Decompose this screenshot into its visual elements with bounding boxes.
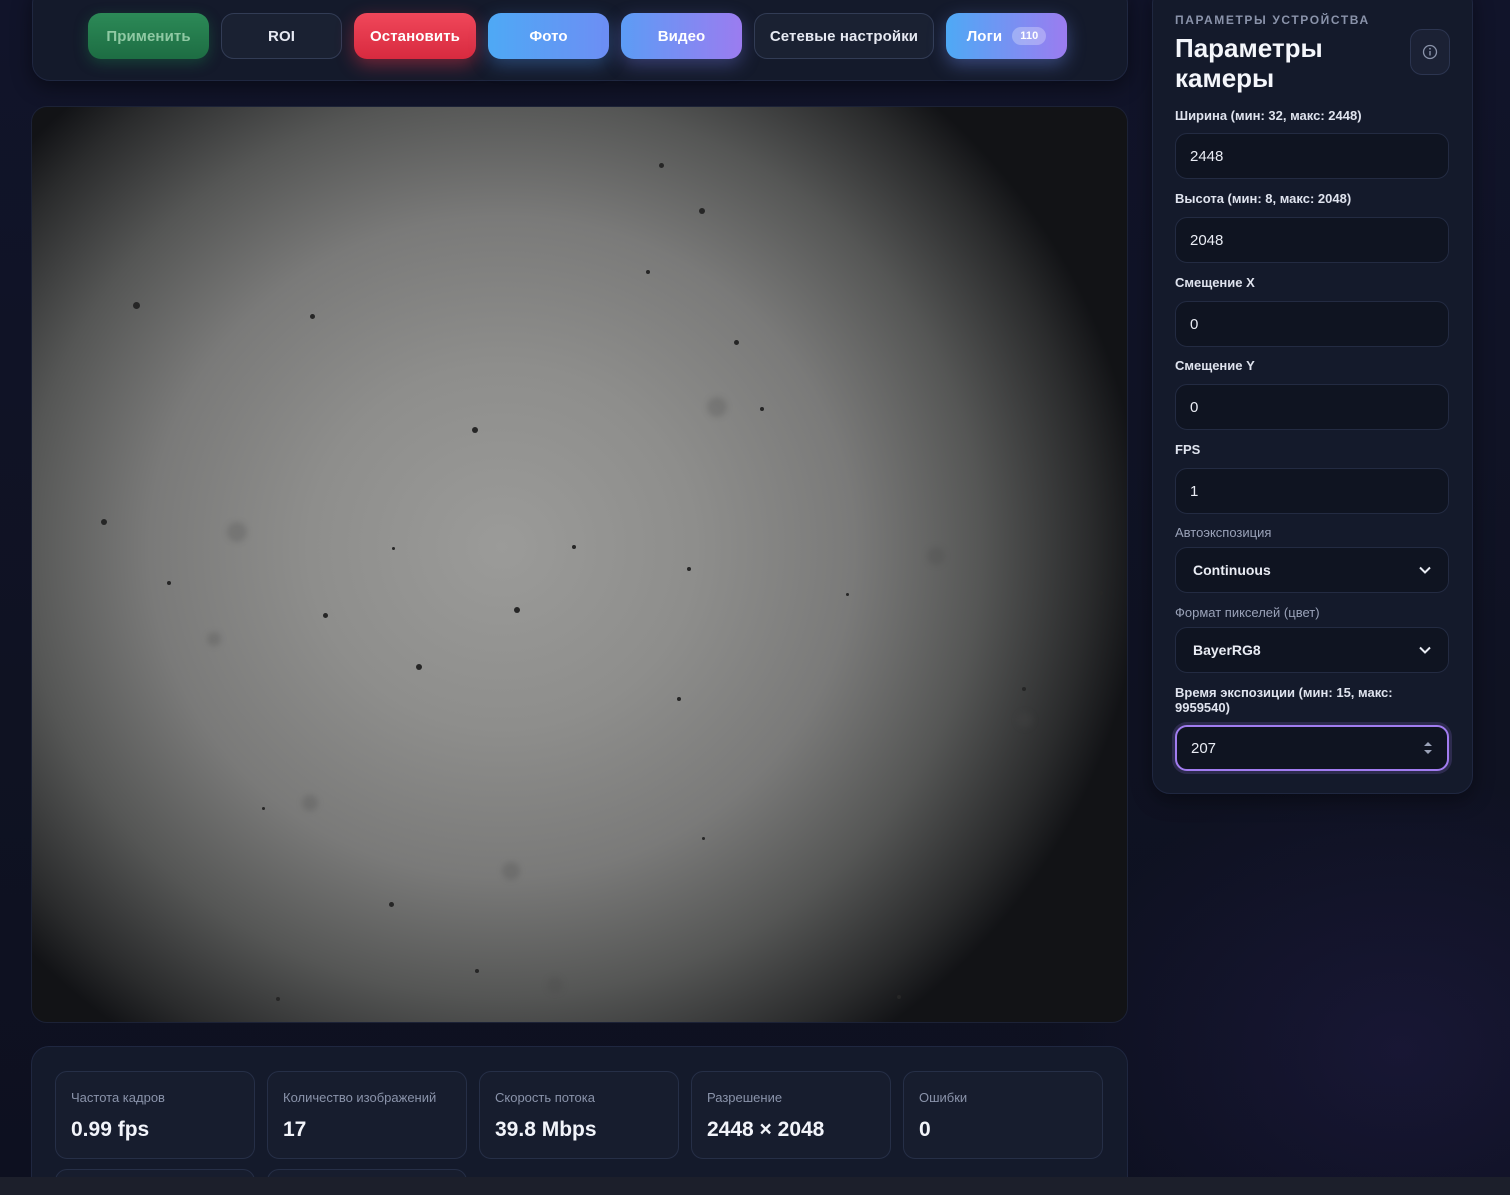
roi-button[interactable]: ROI: [221, 13, 342, 59]
autoexposure-select[interactable]: Continuous: [1175, 547, 1449, 593]
stop-button[interactable]: Остановить: [354, 13, 476, 59]
video-button[interactable]: Видео: [621, 13, 742, 59]
stat-label: Скорость потока: [495, 1090, 595, 1105]
dust-blur: [547, 977, 563, 993]
chevron-down-icon: [1419, 566, 1431, 574]
toolbar: Применить ROI Остановить Фото Видео Сете…: [32, 0, 1128, 81]
dust-speck: [760, 407, 764, 411]
fps-input[interactable]: 1: [1175, 468, 1449, 514]
dust-speck: [416, 664, 422, 670]
dust-speck: [897, 995, 901, 999]
stat-card-image-count: Количество изображений 17: [267, 1071, 467, 1159]
stat-label: Разрешение: [707, 1090, 783, 1105]
info-button[interactable]: [1410, 29, 1450, 75]
dust-speck: [646, 270, 650, 274]
dust-speck: [659, 163, 664, 168]
dust-speck: [472, 427, 478, 433]
dust-blur: [502, 862, 520, 880]
dust-blur: [227, 522, 247, 542]
pixel-format-label: Формат пикселей (цвет): [1175, 605, 1320, 620]
stat-label: Частота кадров: [71, 1090, 165, 1105]
exposure-time-input[interactable]: 207: [1175, 725, 1449, 771]
dust-blur: [207, 632, 221, 646]
taskbar-strip: [0, 1177, 1510, 1195]
logs-button[interactable]: Логи 110: [946, 13, 1067, 59]
dust-speck: [572, 545, 576, 549]
offset-y-label: Смещение Y: [1175, 358, 1255, 373]
offset-y-input[interactable]: 0: [1175, 384, 1449, 430]
dust-speck: [133, 302, 140, 309]
panel-subtitle: ПАРАМЕТРЫ УСТРОЙСТВА: [1175, 13, 1370, 27]
camera-settings-panel: ПАРАМЕТРЫ УСТРОЙСТВА Параметры камеры Ши…: [1152, 0, 1473, 794]
dust-speck: [310, 314, 315, 319]
stat-value: 39.8 Mbps: [495, 1118, 597, 1141]
dust-speck: [677, 697, 681, 701]
stat-value: 17: [283, 1118, 307, 1141]
logs-count-badge: 110: [1012, 27, 1047, 45]
stat-value: 2448 × 2048: [707, 1118, 825, 1141]
dust-speck: [846, 593, 849, 596]
dust-speck: [514, 607, 520, 613]
panel-title: Параметры камеры: [1175, 33, 1323, 93]
dust-blur: [1017, 712, 1033, 728]
stat-card-stream-speed: Скорость потока 39.8 Mbps: [479, 1071, 679, 1159]
dust-speck: [262, 807, 265, 810]
dust-speck: [475, 969, 479, 973]
dust-blur: [927, 547, 945, 565]
dust-speck: [734, 340, 739, 345]
width-input[interactable]: 2448: [1175, 133, 1449, 179]
dust-speck: [389, 902, 394, 907]
offset-x-label: Смещение X: [1175, 275, 1255, 290]
spinner-arrows-icon[interactable]: [1423, 740, 1433, 756]
stat-value: 0.99 fps: [71, 1118, 150, 1141]
dust-speck: [392, 547, 395, 550]
stat-value: 0: [919, 1118, 931, 1141]
dust-blur: [707, 397, 727, 417]
dust-speck: [687, 567, 691, 571]
width-label: Ширина (мин: 32, макс: 2448): [1175, 108, 1362, 123]
dust-speck: [276, 997, 280, 1001]
dust-speck: [323, 613, 328, 618]
dust-speck: [699, 208, 705, 214]
chevron-down-icon: [1419, 646, 1431, 654]
stats-panel: Частота кадров 0.99 fps Количество изобр…: [31, 1046, 1128, 1195]
network-settings-button[interactable]: Сетевые настройки: [754, 13, 934, 59]
stat-card-fps: Частота кадров 0.99 fps: [55, 1071, 255, 1159]
photo-button[interactable]: Фото: [488, 13, 609, 59]
info-icon: [1422, 44, 1438, 60]
stat-label: Ошибки: [919, 1090, 968, 1105]
dust-speck: [167, 581, 171, 585]
stat-card-errors: Ошибки 0: [903, 1071, 1103, 1159]
autoexposure-label: Автоэкспозиция: [1175, 525, 1272, 540]
dust-speck: [1022, 687, 1026, 691]
dust-speck: [702, 837, 705, 840]
camera-preview[interactable]: [31, 106, 1128, 1023]
exposure-time-label: Время экспозиции (мин: 15, макс: 9959540…: [1175, 685, 1393, 715]
fps-label: FPS: [1175, 442, 1201, 457]
dust-speck: [1099, 591, 1103, 595]
pixel-format-select[interactable]: BayerRG8: [1175, 627, 1449, 673]
dust-blur: [302, 795, 318, 811]
offset-x-input[interactable]: 0: [1175, 301, 1449, 347]
height-input[interactable]: 2048: [1175, 217, 1449, 263]
stat-label: Количество изображений: [283, 1090, 437, 1105]
dust-speck: [101, 519, 107, 525]
height-label: Высота (мин: 8, макс: 2048): [1175, 191, 1352, 206]
stat-card-resolution: Разрешение 2448 × 2048: [691, 1071, 891, 1159]
apply-button[interactable]: Применить: [88, 13, 209, 59]
